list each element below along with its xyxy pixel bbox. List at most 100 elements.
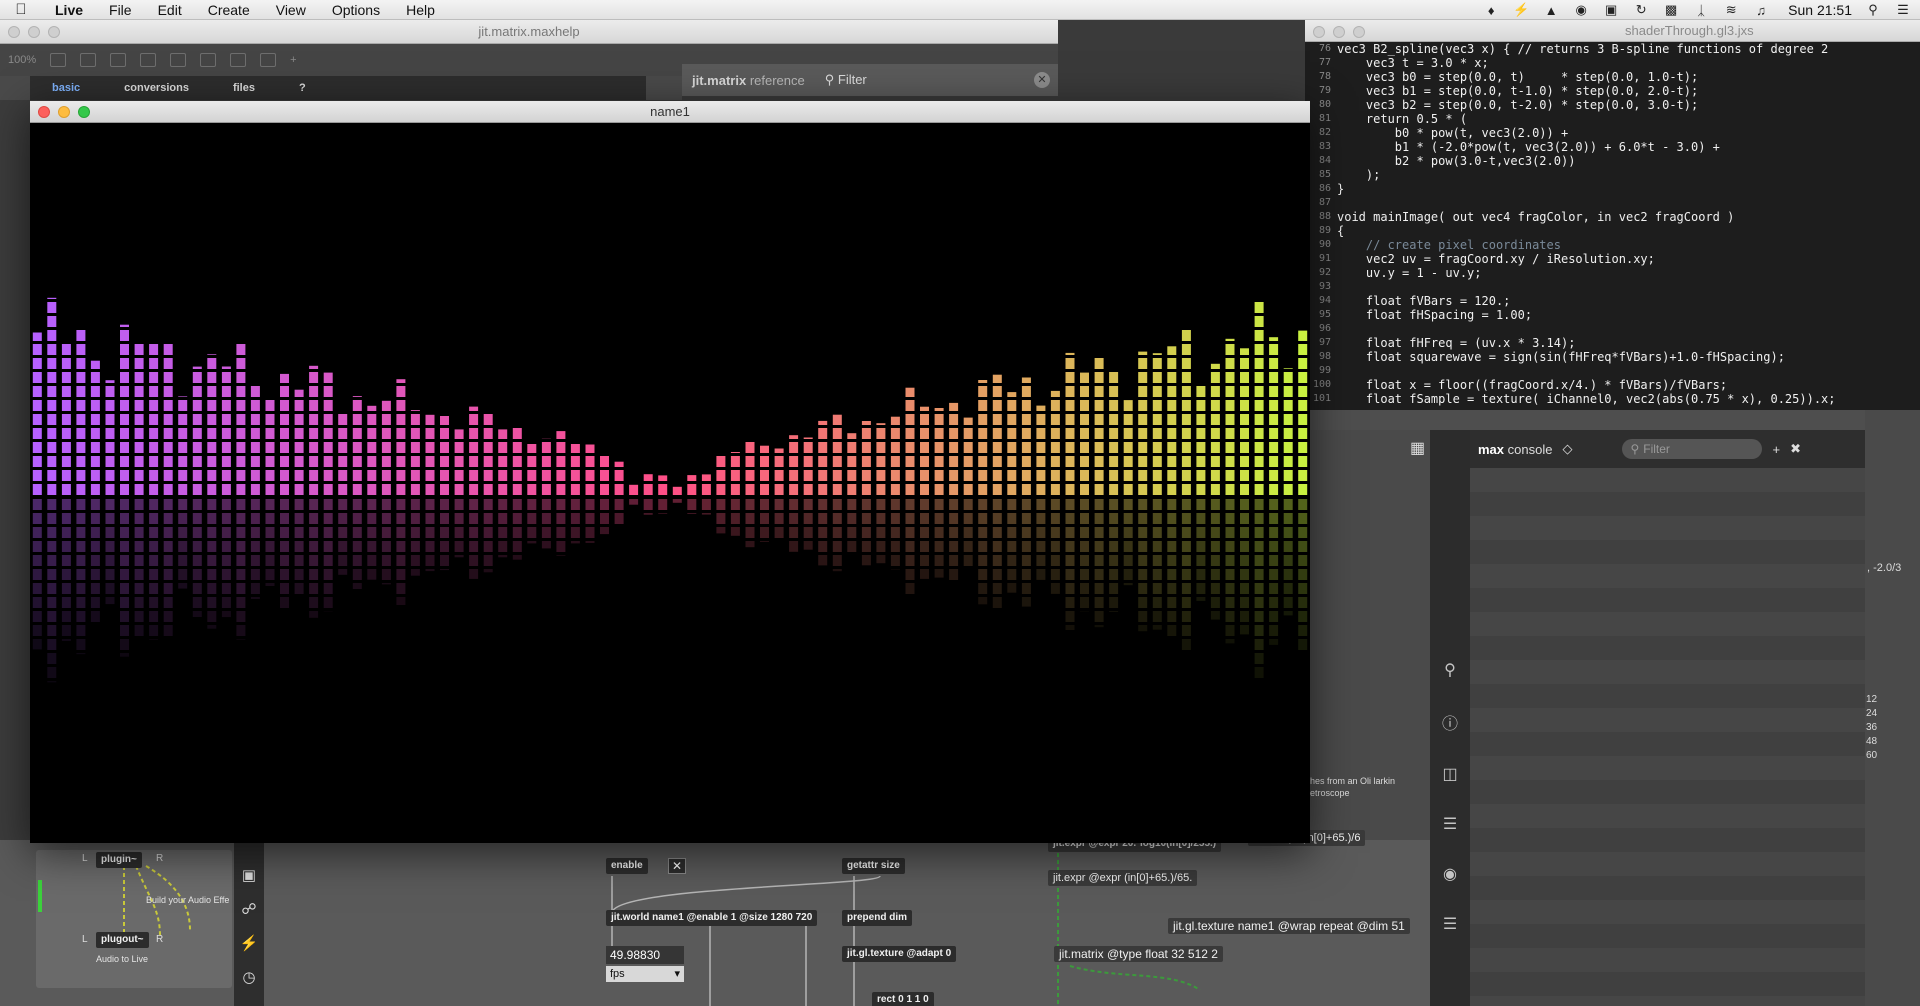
- menu-live[interactable]: Live: [42, 0, 96, 20]
- console-row[interactable]: [1470, 588, 1865, 612]
- code-line[interactable]: 97 float fHFreq = (uv.x * 3.14);: [1305, 336, 1920, 350]
- console-row[interactable]: [1470, 828, 1865, 852]
- console-row[interactable]: [1470, 516, 1865, 540]
- jit-gl-texture-object[interactable]: jit.gl.texture @adapt 0: [842, 946, 957, 962]
- console-row[interactable]: [1470, 756, 1865, 780]
- wifi-icon[interactable]: ≋: [1722, 2, 1740, 17]
- menu-file[interactable]: File: [96, 0, 145, 20]
- bolt-icon[interactable]: ⚡: [1512, 2, 1530, 17]
- console-row[interactable]: [1470, 996, 1865, 1006]
- console-row[interactable]: [1470, 660, 1865, 684]
- enable-message[interactable]: enable: [606, 858, 648, 874]
- close-icon[interactable]: ✕: [1034, 72, 1050, 88]
- console-row[interactable]: [1470, 540, 1865, 564]
- apple-icon[interactable]: : [0, 1, 42, 18]
- tab-conversions[interactable]: conversions: [102, 76, 211, 100]
- console-row[interactable]: [1470, 804, 1865, 828]
- console-filter-input[interactable]: ⚲ Filter: [1622, 439, 1763, 459]
- zoom-button[interactable]: [48, 26, 60, 38]
- tab-basic[interactable]: basic: [30, 76, 102, 100]
- nvidia-icon[interactable]: ▣: [1602, 2, 1620, 17]
- object-icon[interactable]: [140, 53, 157, 67]
- close-button[interactable]: [8, 26, 20, 38]
- code-line[interactable]: 77 vec3 t = 3.0 * x;: [1305, 56, 1920, 70]
- console-row[interactable]: [1470, 492, 1865, 516]
- console-row[interactable]: [1470, 924, 1865, 948]
- code-line[interactable]: 82 b0 * pow(t, vec3(2.0)) +: [1305, 126, 1920, 140]
- code-line[interactable]: 86}: [1305, 182, 1920, 196]
- plug-icon[interactable]: ⚡: [240, 934, 259, 952]
- console-row[interactable]: [1470, 708, 1865, 732]
- code-line[interactable]: 78 vec3 b0 = step(0.0, t) * step(0.0, 1.…: [1305, 70, 1920, 84]
- code-minimize-button[interactable]: [1333, 26, 1345, 38]
- camera-icon[interactable]: ▩: [1662, 2, 1680, 17]
- code-line[interactable]: 90 // create pixel coordinates: [1305, 238, 1920, 252]
- clock[interactable]: Sun 21:51: [1788, 2, 1852, 18]
- present-icon[interactable]: [80, 53, 97, 67]
- console-log[interactable]: [1470, 468, 1865, 1006]
- code-line[interactable]: 96: [1305, 322, 1920, 336]
- menu-options[interactable]: Options: [319, 0, 393, 20]
- code-line[interactable]: 84 b2 * pow(3.0-t,vec3(2.0)): [1305, 154, 1920, 168]
- eye-icon[interactable]: ◉: [1572, 2, 1590, 17]
- code-line[interactable]: 94 float fVBars = 120.;: [1305, 294, 1920, 308]
- console-row[interactable]: [1470, 876, 1865, 900]
- bluetooth-icon[interactable]: ᛣ: [1692, 3, 1710, 18]
- console-row[interactable]: [1470, 948, 1865, 972]
- fps-menu[interactable]: fps ▾: [606, 966, 684, 982]
- vpn-icon[interactable]: ▲: [1542, 3, 1560, 18]
- getattr-object[interactable]: getattr size: [842, 858, 905, 874]
- console-row[interactable]: [1470, 612, 1865, 636]
- volume-icon[interactable]: ♫: [1752, 3, 1770, 18]
- console-row[interactable]: [1470, 564, 1865, 588]
- clock-icon[interactable]: ◷: [242, 968, 255, 986]
- render-window-titlebar[interactable]: name1: [30, 101, 1310, 123]
- rect-message[interactable]: rect 0 1 1 0: [872, 992, 934, 1006]
- code-window-titlebar[interactable]: shaderThrough.gl3.jxs: [1305, 20, 1920, 42]
- console-row[interactable]: [1470, 684, 1865, 708]
- code-line[interactable]: 83 b1 * (-2.0*pow(t, vec3(2.0)) + 6.0*t …: [1305, 140, 1920, 154]
- code-line[interactable]: 85 );: [1305, 168, 1920, 182]
- diamond-icon[interactable]: ◇: [1562, 441, 1572, 457]
- code-line[interactable]: 95 float fHSpacing = 1.00;: [1305, 308, 1920, 322]
- console-row[interactable]: [1470, 972, 1865, 996]
- code-line[interactable]: 100 float x = floor((fragCoord.x/4.) * f…: [1305, 378, 1920, 392]
- prepend-object[interactable]: prepend dim: [842, 910, 913, 926]
- list-icon[interactable]: ☰: [1443, 814, 1457, 834]
- zoom-level[interactable]: 100%: [8, 54, 36, 66]
- book-icon[interactable]: ◫: [1442, 764, 1457, 784]
- plus-icon[interactable]: +: [290, 54, 296, 66]
- code-line[interactable]: 101 float fSample = texture( iChannel0, …: [1305, 392, 1920, 406]
- console-row[interactable]: [1470, 852, 1865, 876]
- reference-filter[interactable]: ⚲ Filter: [825, 72, 867, 88]
- code-line[interactable]: 92 uv.y = 1 - uv.y;: [1305, 266, 1920, 280]
- code-line[interactable]: 91 vec2 uv = fragCoord.xy / iResolution.…: [1305, 252, 1920, 266]
- mixer-icon[interactable]: ☰: [1443, 914, 1457, 934]
- minimize-button[interactable]: [58, 106, 70, 118]
- console-row[interactable]: [1470, 732, 1865, 756]
- message-icon[interactable]: [170, 53, 187, 67]
- close-button[interactable]: [38, 106, 50, 118]
- fps-number-box[interactable]: 49.98830: [606, 946, 684, 964]
- close-icon[interactable]: ✖: [1790, 441, 1801, 457]
- help-window-titlebar[interactable]: jit.matrix.maxhelp: [0, 20, 1058, 44]
- lock-icon[interactable]: [50, 53, 67, 67]
- plugin-object[interactable]: plugin~: [96, 852, 142, 868]
- menu-create[interactable]: Create: [195, 0, 263, 20]
- minimize-button[interactable]: [28, 26, 40, 38]
- jit-expr-object[interactable]: jit.expr @expr (in[0]+65.)/65.: [1048, 870, 1198, 886]
- code-line[interactable]: 81 return 0.5 * (: [1305, 112, 1920, 126]
- menu-list-icon[interactable]: ☰: [1894, 2, 1912, 17]
- plugout-object[interactable]: plugout~: [96, 932, 149, 948]
- button-icon[interactable]: [200, 53, 217, 67]
- code-editor[interactable]: 76 vec3 B2_spline(vec3 x) { // returns 3 …: [1305, 42, 1920, 410]
- code-line[interactable]: 76 vec3 B2_spline(vec3 x) { // returns 3 …: [1305, 42, 1920, 56]
- slider-icon[interactable]: [230, 53, 247, 67]
- code-line[interactable]: 88 void mainImage( out vec4 fragColor, in…: [1305, 210, 1920, 224]
- menu-edit[interactable]: Edit: [145, 0, 195, 20]
- paperclip-icon[interactable]: ☍: [241, 900, 256, 918]
- menu-view[interactable]: View: [263, 0, 319, 20]
- search-icon[interactable]: ⚲: [1444, 660, 1456, 680]
- code-line[interactable]: 87: [1305, 196, 1920, 210]
- menu-help[interactable]: Help: [393, 0, 448, 20]
